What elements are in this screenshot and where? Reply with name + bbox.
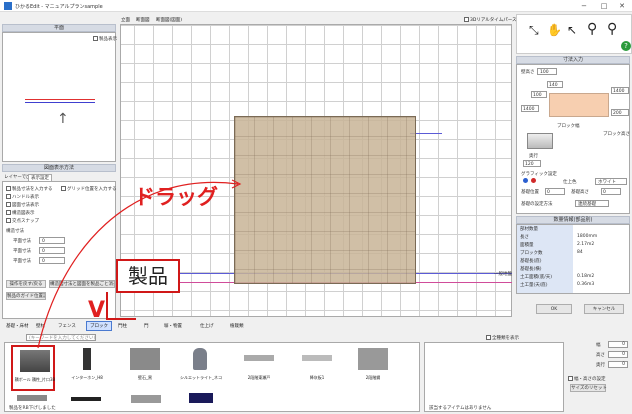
drag-arrow xyxy=(37,179,242,349)
drag-annotation: ドラッグ xyxy=(134,185,218,209)
product-annotation: 製品 xyxy=(116,259,180,293)
annotation-connector xyxy=(106,292,136,320)
check-annotation: V xyxy=(88,298,106,323)
